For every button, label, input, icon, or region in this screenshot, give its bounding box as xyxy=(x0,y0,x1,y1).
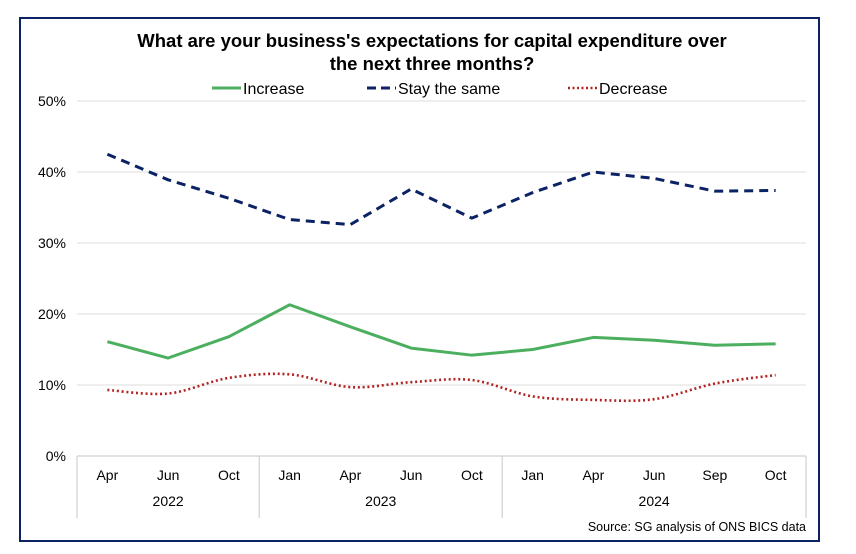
series-line-stay-the-same xyxy=(106,152,776,227)
x-tick-label: Apr xyxy=(582,467,604,483)
line-chart: What are your business's expectations fo… xyxy=(38,30,807,534)
series-line-increase xyxy=(106,303,776,360)
legend-label-increase: Increase xyxy=(243,81,304,98)
series-lines xyxy=(106,152,776,403)
x-axis: Apr Jun Oct Jan Apr Jun Oct Jan Apr Jun Sep Oct 2022… xyxy=(76,456,807,518)
x-tick-label: Sep xyxy=(702,467,727,483)
chart-title-line-2: the next three months? xyxy=(330,53,535,74)
x-tick-label: Oct xyxy=(218,467,240,483)
x-tick-label: Apr xyxy=(339,467,361,483)
chart-title-line-1: What are your business's expectations fo… xyxy=(137,30,726,51)
x-tick-label: Apr xyxy=(96,467,118,483)
source-note: Source: SG analysis of ONS BICS data xyxy=(588,520,806,534)
x-tick-label: Oct xyxy=(461,467,483,483)
x-group-label: 2023 xyxy=(365,493,396,509)
x-tick-label: Jan xyxy=(278,467,301,483)
legend-label-decrease: Decrease xyxy=(599,81,668,98)
y-tick-label: 30% xyxy=(38,235,66,251)
series-line-decrease xyxy=(107,372,776,403)
x-tick-label: Jun xyxy=(157,467,180,483)
y-tick-label: 40% xyxy=(38,164,66,180)
legend: Increase Stay the same Decrease xyxy=(212,81,668,98)
x-tick-label: Jun xyxy=(643,467,666,483)
legend-label-stay-the-same: Stay the same xyxy=(398,81,500,98)
x-tick-label: Oct xyxy=(765,467,787,483)
y-tick-label: 20% xyxy=(38,306,66,322)
y-tick-label: 10% xyxy=(38,377,66,393)
x-group-label: 2024 xyxy=(639,493,670,509)
x-tick-label: Jun xyxy=(400,467,423,483)
x-group-label: 2022 xyxy=(153,493,184,509)
y-axis-ticks: 0% 10% 20% 30% 40% 50% xyxy=(38,93,66,464)
legend-item-stay-the-same: Stay the same xyxy=(367,81,500,98)
legend-item-increase: Increase xyxy=(212,81,304,98)
x-tick-label: Jan xyxy=(521,467,544,483)
legend-item-decrease: Decrease xyxy=(568,81,668,98)
y-tick-label: 0% xyxy=(46,448,66,464)
y-tick-label: 50% xyxy=(38,93,66,109)
gridlines xyxy=(77,100,806,457)
